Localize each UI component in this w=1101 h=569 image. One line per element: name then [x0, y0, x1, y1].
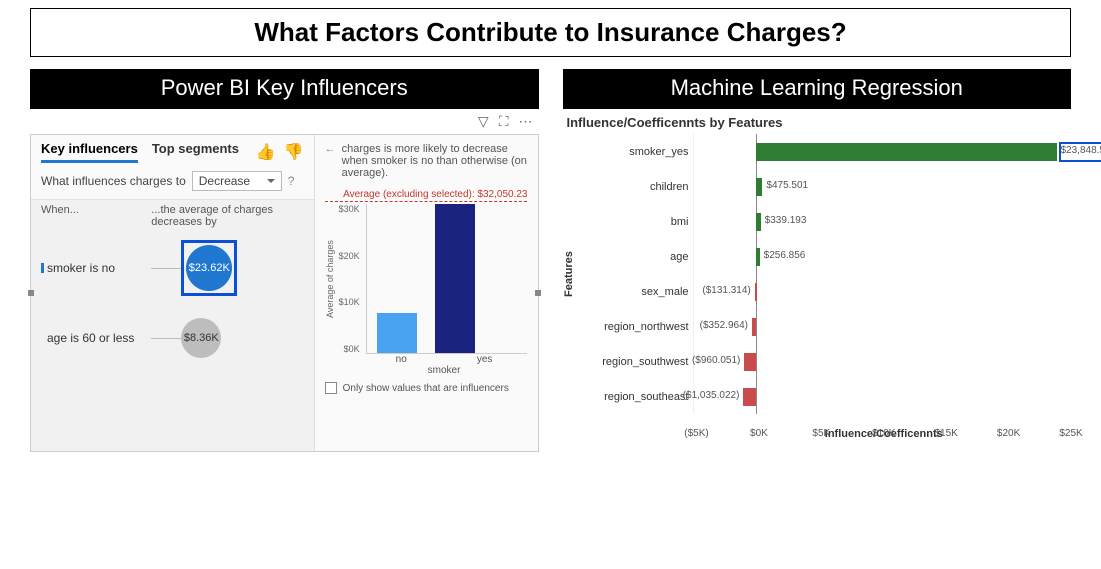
right-section-header: Machine Learning Regression: [563, 69, 1072, 109]
x-tick: $10K: [872, 428, 895, 439]
coefficient-bar: [756, 248, 759, 266]
coefficient-bar-row[interactable]: ($131.314): [694, 274, 1072, 309]
only-influencers-checkbox[interactable]: [325, 382, 337, 394]
x-axis-label: smoker: [325, 365, 528, 376]
explanation-text: charges is more likely to decrease when …: [342, 143, 528, 179]
help-icon[interactable]: ?: [288, 174, 295, 188]
feature-label: region_southwest: [575, 344, 693, 379]
regression-panel: Machine Learning Regression Influence/Co…: [563, 69, 1072, 457]
influencer-label: age is 60 or less: [41, 331, 151, 345]
left-section-header: Power BI Key Influencers: [30, 69, 539, 109]
coefficient-bar: [756, 178, 762, 196]
y-tick: $30K: [339, 204, 360, 214]
coefficient-bar-row[interactable]: ($352.964): [694, 309, 1072, 344]
coefficient-bar: [752, 318, 756, 336]
feature-label: bmi: [575, 204, 693, 239]
bar-yes[interactable]: [435, 204, 475, 353]
x-tick: $20K: [997, 428, 1020, 439]
influencer-bubble: $23.62K: [186, 245, 232, 291]
column-header-effect: ...the average of charges decreases by: [151, 204, 303, 228]
x-tick: ($5K): [684, 428, 708, 439]
focus-mode-icon[interactable]: ⛶: [499, 113, 509, 130]
coefficient-bar: [744, 353, 756, 371]
powerbi-panel: Power BI Key Influencers ▽ ⛶ ⋯ Key influ…: [30, 69, 539, 457]
coefficient-bar-row[interactable]: $475.501: [694, 169, 1072, 204]
column-header-when: When...: [41, 204, 151, 228]
coefficient-bar-row[interactable]: $256.856: [694, 239, 1072, 274]
coefficient-value-label: $256.856: [764, 250, 806, 261]
influencer-row-smoker[interactable]: smoker is no $23.62K: [41, 240, 304, 296]
coefficient-bar-row[interactable]: $23,848.535: [694, 134, 1072, 169]
more-options-icon[interactable]: ⋯: [519, 113, 533, 130]
y-axis-label: Average of charges: [325, 204, 335, 354]
feature-label: region_northwest: [575, 309, 693, 344]
question-label: What influences charges to: [41, 174, 186, 188]
feature-label: smoker_yes: [575, 134, 693, 169]
checkbox-label: Only show values that are influencers: [343, 383, 509, 394]
influencer-bubble: $8.36K: [181, 318, 221, 358]
x-tick: no: [396, 354, 407, 365]
coefficient-bar: [743, 388, 756, 406]
x-tick: yes: [477, 354, 493, 365]
coefficient-value-label: ($1,035.022): [683, 390, 740, 401]
x-tick: $5K: [812, 428, 830, 439]
coefficient-bar: [756, 213, 760, 231]
page-title: What Factors Contribute to Insurance Cha…: [30, 8, 1071, 57]
feature-label: sex_male: [575, 274, 693, 309]
detail-bar-chart: Average of charges $30K $20K $10K $0K: [325, 204, 528, 354]
feature-label: children: [575, 169, 693, 204]
bar-no[interactable]: [377, 313, 417, 353]
influencer-label: smoker is no: [41, 261, 151, 275]
coefficient-value-label: $475.501: [766, 180, 808, 191]
back-arrow-icon: ←: [325, 143, 336, 179]
feature-label: region_southeast: [575, 379, 693, 414]
coefficient-value-label: ($960.051): [692, 355, 740, 366]
regression-chart-title: Influence/Coefficennts by Features: [563, 109, 1072, 134]
filter-icon[interactable]: ▽: [478, 113, 489, 130]
coefficient-bar-row[interactable]: ($960.051): [694, 344, 1072, 379]
coefficient-bar-chart: Features smoker_yeschildrenbmiagesex_mal…: [563, 134, 1072, 414]
coefficient-value-label: ($131.314): [702, 285, 750, 296]
direction-dropdown[interactable]: Decrease: [192, 171, 282, 191]
key-influencers-visual: Key influencers Top segments 👍 👎 What in…: [30, 134, 539, 452]
tab-key-influencers[interactable]: Key influencers: [41, 141, 138, 163]
highlight-box: [1059, 142, 1101, 162]
coefficient-bar: [756, 143, 1056, 161]
coefficient-bar: [755, 283, 757, 301]
tab-top-segments[interactable]: Top segments: [152, 141, 239, 163]
x-tick: $15K: [934, 428, 957, 439]
x-tick: $0K: [750, 428, 768, 439]
coefficient-bar-row[interactable]: ($1,035.022): [694, 379, 1072, 414]
average-reference-line-label: Average (excluding selected): $32,050.23: [325, 189, 528, 202]
y-tick: $0K: [339, 344, 360, 354]
x-tick: $25K: [1059, 428, 1082, 439]
coefficient-bar-row[interactable]: $339.193: [694, 204, 1072, 239]
highlight-box: $23.62K: [181, 240, 237, 296]
y-tick: $10K: [339, 297, 360, 307]
y-axis-label: Features: [563, 134, 575, 414]
coefficient-value-label: ($352.964): [700, 320, 748, 331]
thumbs-up-icon[interactable]: 👍: [256, 142, 276, 162]
y-tick: $20K: [339, 251, 360, 261]
influencer-row-age[interactable]: age is 60 or less $8.36K: [41, 318, 304, 358]
coefficient-value-label: $339.193: [765, 215, 807, 226]
thumbs-down-icon[interactable]: 👎: [284, 142, 304, 162]
feature-label: age: [575, 239, 693, 274]
